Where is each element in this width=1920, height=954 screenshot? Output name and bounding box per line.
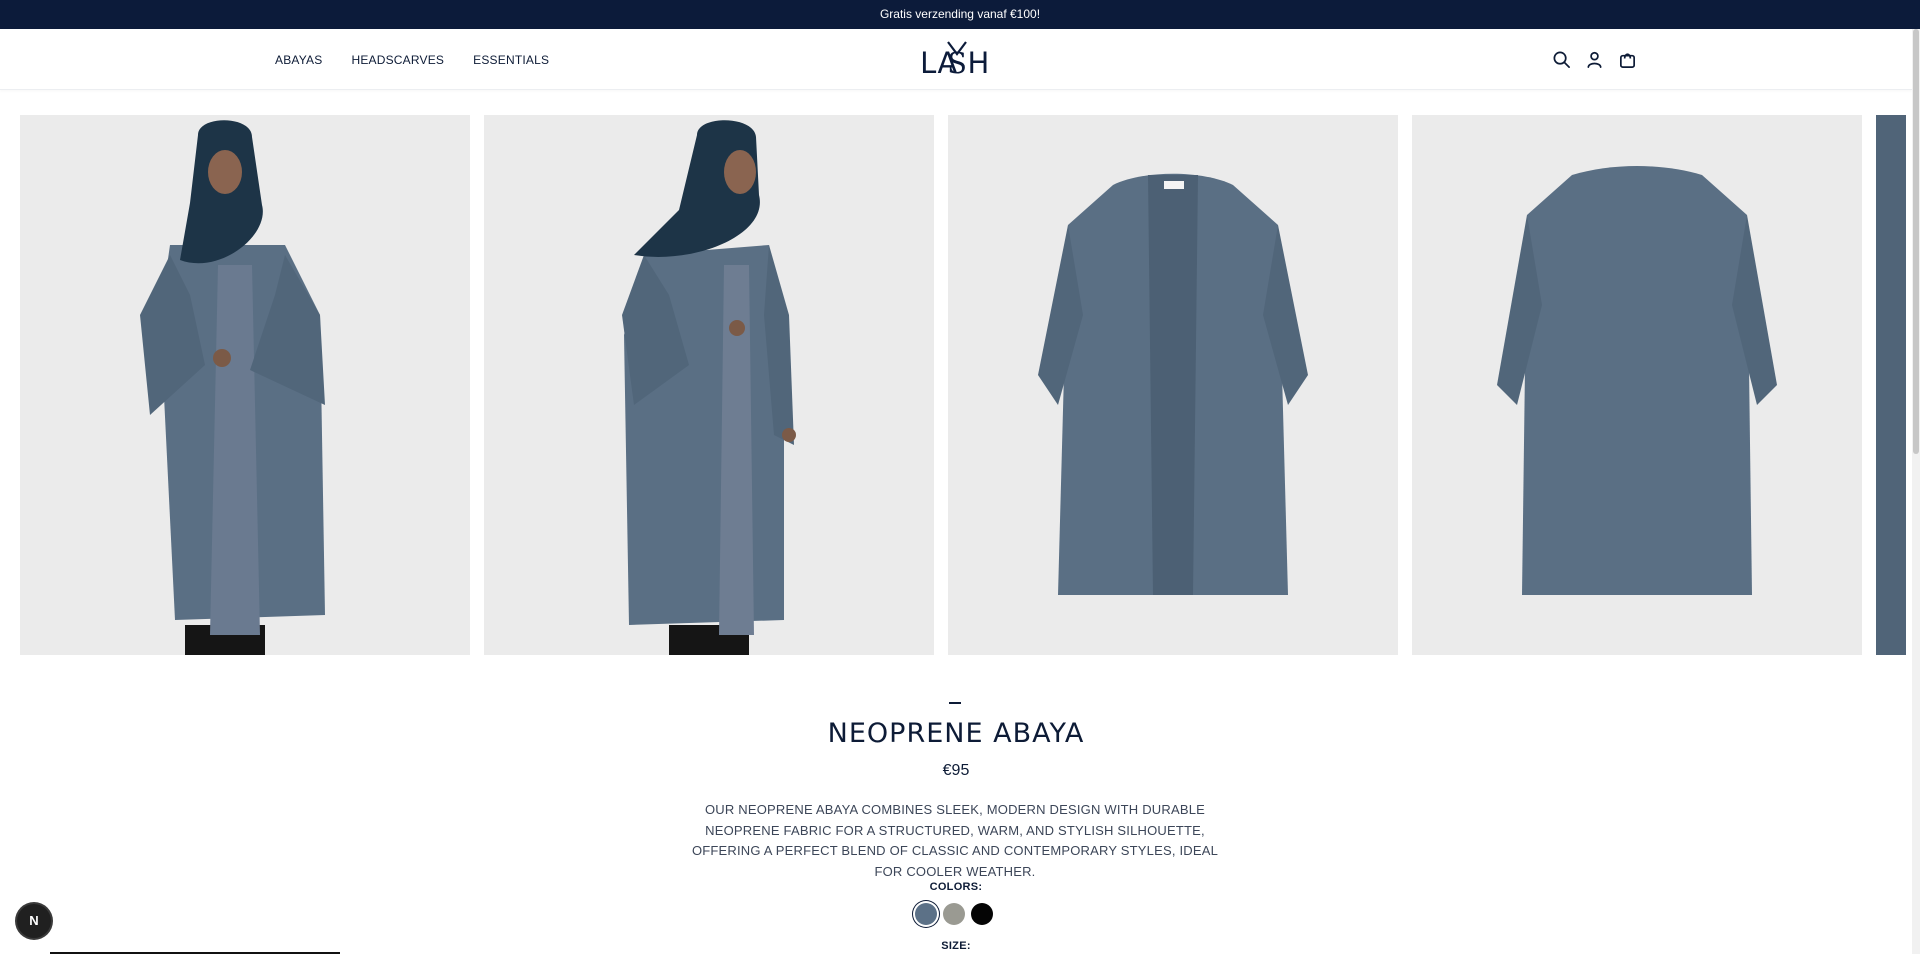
announcement-text: Gratis verzending vanaf €100!: [879, 7, 1041, 21]
product-photo-model-front[interactable]: [20, 115, 470, 655]
color-swatches: [915, 903, 993, 925]
product-description: OUR NEOPRENE ABAYA COMBINES SLEEK, MODER…: [691, 802, 1219, 879]
title-dash: [949, 702, 961, 704]
nav-item-essentials[interactable]: ESSENTIALS: [473, 53, 549, 67]
product-photo-partial[interactable]: [1876, 115, 1906, 655]
product-title: NEOPRENE ABAYA: [827, 718, 1085, 749]
product-photo-flat-open[interactable]: [948, 115, 1398, 655]
nav-item-abayas[interactable]: ABAYAS: [275, 53, 322, 67]
color-swatch-blue[interactable]: [915, 903, 937, 925]
page-scrollbar[interactable]: [1912, 29, 1920, 954]
brand-logo[interactable]: LA H S: [905, 38, 1005, 82]
product-photo-model-side[interactable]: [484, 115, 934, 655]
scroll-thumb[interactable]: [1913, 29, 1919, 454]
colors-label: COLORS:: [929, 881, 983, 893]
product-photo-flat-back[interactable]: [1412, 115, 1862, 655]
nav-item-headscarves[interactable]: HEADSCARVES: [351, 53, 444, 67]
product-price: €95: [942, 762, 970, 779]
header-icons: [1552, 49, 1637, 69]
announcement-bar: Gratis verzending vanaf €100!: [0, 0, 1920, 29]
color-swatch-black[interactable]: [971, 903, 993, 925]
product-gallery: [20, 115, 1912, 655]
floating-n-button[interactable]: N: [17, 904, 51, 938]
cart-icon[interactable]: [1618, 50, 1637, 69]
size-label: SIZE:: [941, 940, 971, 952]
svg-text:S: S: [947, 46, 967, 80]
search-icon[interactable]: [1552, 50, 1571, 69]
color-swatch-grey[interactable]: [943, 903, 965, 925]
site-header: ABAYAS HEADSCARVES ESSENTIALS LA H S: [0, 29, 1912, 90]
main-nav: ABAYAS HEADSCARVES ESSENTIALS: [275, 29, 549, 90]
account-icon[interactable]: [1585, 50, 1604, 69]
